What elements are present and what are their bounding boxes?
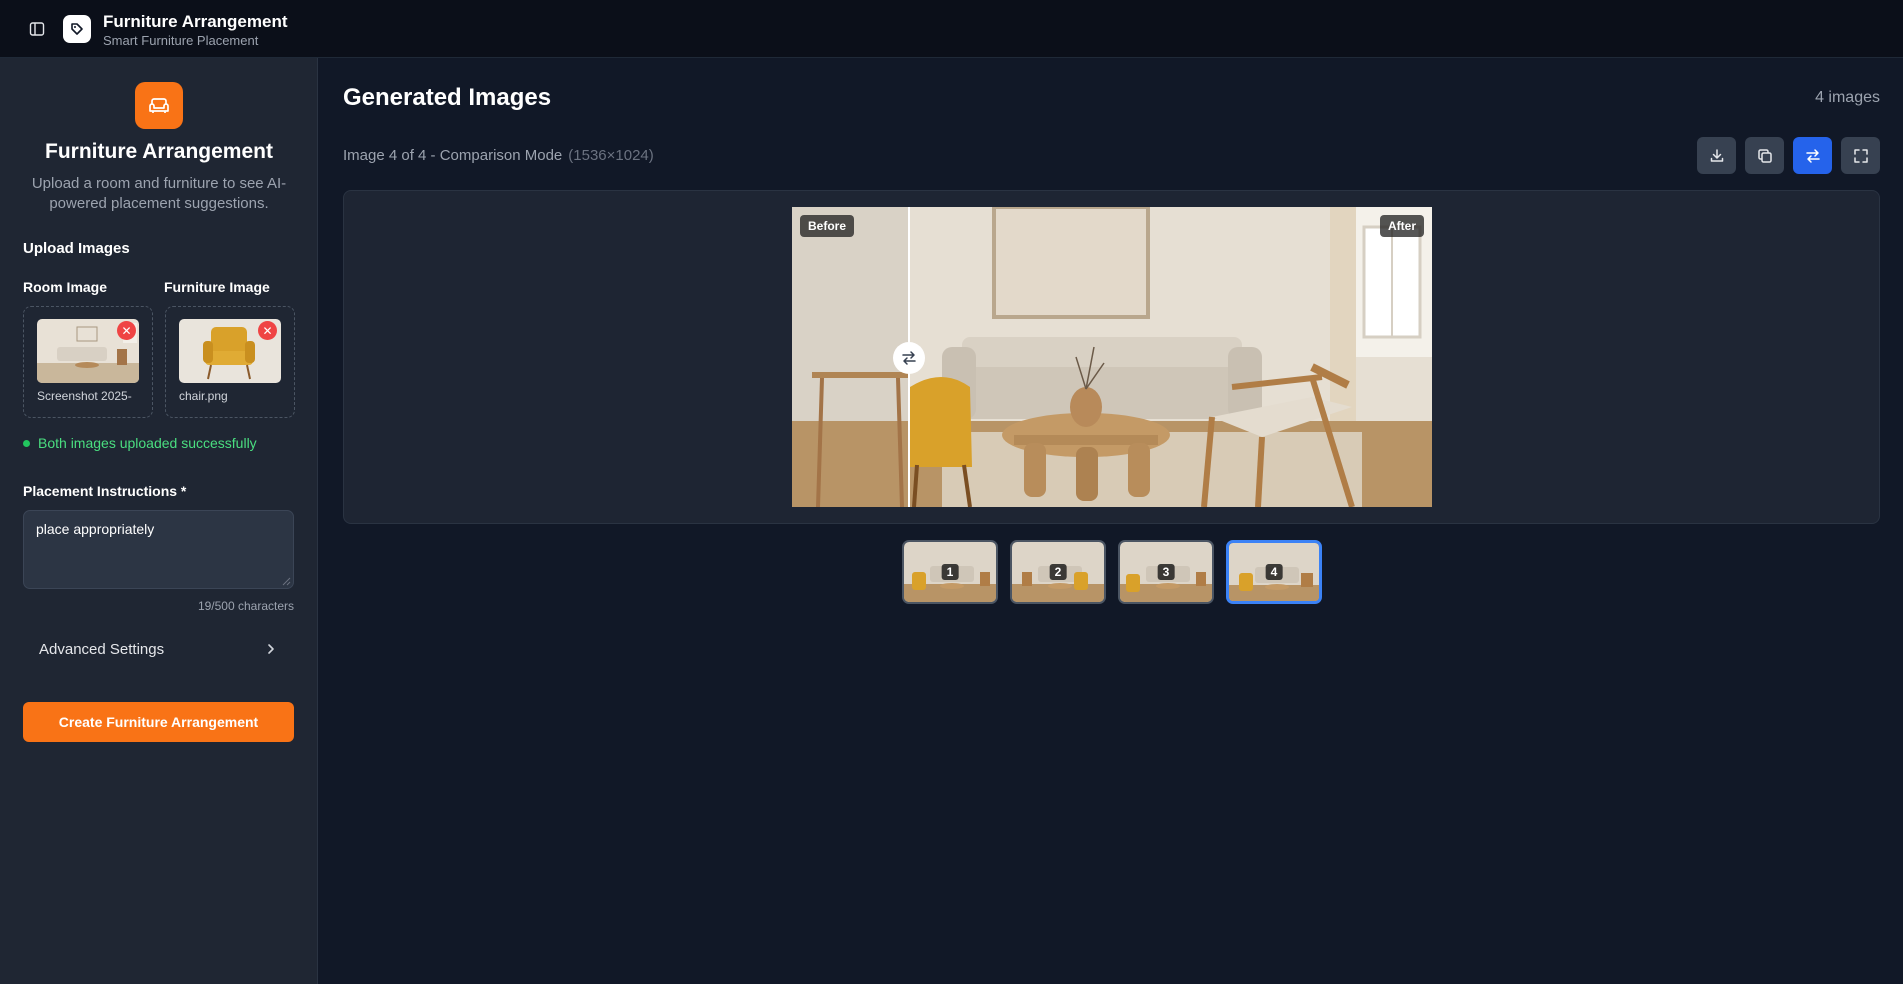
fullscreen-icon bbox=[1853, 148, 1868, 163]
sidebar: Furniture Arrangement Upload a room and … bbox=[0, 58, 318, 984]
resize-grip-icon[interactable] bbox=[281, 576, 291, 586]
before-label: Before bbox=[800, 215, 855, 237]
advanced-settings-toggle[interactable]: Advanced Settings bbox=[23, 632, 294, 666]
thumbnail-2[interactable]: 2 bbox=[1010, 540, 1106, 604]
top-bar: Furniture Arrangement Smart Furniture Pl… bbox=[0, 0, 1903, 58]
room-upload-box[interactable]: ✕ Screenshot 2025- bbox=[23, 306, 153, 418]
copy-icon bbox=[1757, 148, 1772, 163]
sofa-icon bbox=[149, 97, 169, 113]
furniture-upload-box[interactable]: ✕ chair.png bbox=[165, 306, 295, 418]
instructions-label: Placement Instructions * bbox=[23, 483, 187, 499]
image-dimensions: (1536×1024) bbox=[568, 147, 654, 164]
sidebar-description: Upload a room and furniture to see AI-po… bbox=[31, 175, 287, 212]
remove-room-image-button[interactable]: ✕ bbox=[117, 321, 136, 340]
create-arrangement-button[interactable]: Create Furniture Arrangement bbox=[23, 702, 294, 742]
app-logo bbox=[63, 15, 91, 43]
compare-icon bbox=[1805, 148, 1820, 163]
remove-furniture-image-button[interactable]: ✕ bbox=[258, 321, 277, 340]
furniture-file-name: chair.png bbox=[179, 389, 228, 403]
fullscreen-button[interactable] bbox=[1841, 137, 1880, 174]
chevron-right-icon bbox=[268, 644, 274, 654]
copy-button[interactable] bbox=[1745, 137, 1784, 174]
image-position-text: Image 4 of 4 - Comparison Mode bbox=[343, 147, 563, 164]
brand-badge bbox=[135, 82, 183, 129]
furniture-image-label: Furniture Image bbox=[164, 279, 270, 295]
arrows-horizontal-icon bbox=[902, 351, 916, 365]
room-image-label: Room Image bbox=[23, 279, 108, 295]
app-subtitle: Smart Furniture Placement bbox=[103, 33, 259, 48]
thumbnail-number: 4 bbox=[1265, 564, 1283, 580]
upload-section-label: Upload Images bbox=[23, 240, 130, 257]
thumbnail-number: 1 bbox=[941, 564, 959, 580]
after-label: After bbox=[1379, 215, 1424, 237]
page-title: Generated Images bbox=[343, 84, 552, 111]
success-dot-icon bbox=[23, 439, 30, 447]
comparison-slider-handle[interactable] bbox=[893, 342, 925, 374]
character-count: 19/500 characters bbox=[197, 599, 294, 613]
advanced-settings-label: Advanced Settings bbox=[39, 640, 165, 658]
sidebar-heading: Furniture Arrangement bbox=[45, 140, 273, 163]
sidebar-toggle-button[interactable] bbox=[26, 18, 48, 40]
placement-instructions-input[interactable] bbox=[23, 510, 294, 589]
upload-status: Both images uploaded successfully bbox=[23, 435, 257, 451]
upload-status-text: Both images uploaded successfully bbox=[38, 435, 257, 451]
thumbnail-number: 2 bbox=[1049, 564, 1067, 580]
download-icon bbox=[1710, 148, 1723, 162]
thumbnail-1[interactable]: 1 bbox=[902, 540, 998, 604]
app-title: Furniture Arrangement bbox=[103, 12, 288, 31]
thumbnail-4[interactable]: 4 bbox=[1226, 540, 1322, 604]
thumbnail-3[interactable]: 3 bbox=[1118, 540, 1214, 604]
image-info: Image 4 of 4 - Comparison Mode (1536×1024… bbox=[343, 147, 654, 164]
generated-room-image bbox=[792, 207, 1432, 507]
room-file-name: Screenshot 2025- bbox=[37, 389, 132, 403]
comparison-view[interactable]: Before After bbox=[792, 207, 1432, 507]
download-button[interactable] bbox=[1697, 137, 1736, 174]
compare-mode-button[interactable] bbox=[1793, 137, 1832, 174]
panel-left-icon bbox=[29, 22, 45, 36]
image-count: 4 images bbox=[1815, 89, 1880, 106]
tag-icon bbox=[71, 23, 83, 35]
thumbnail-number: 3 bbox=[1157, 564, 1175, 580]
